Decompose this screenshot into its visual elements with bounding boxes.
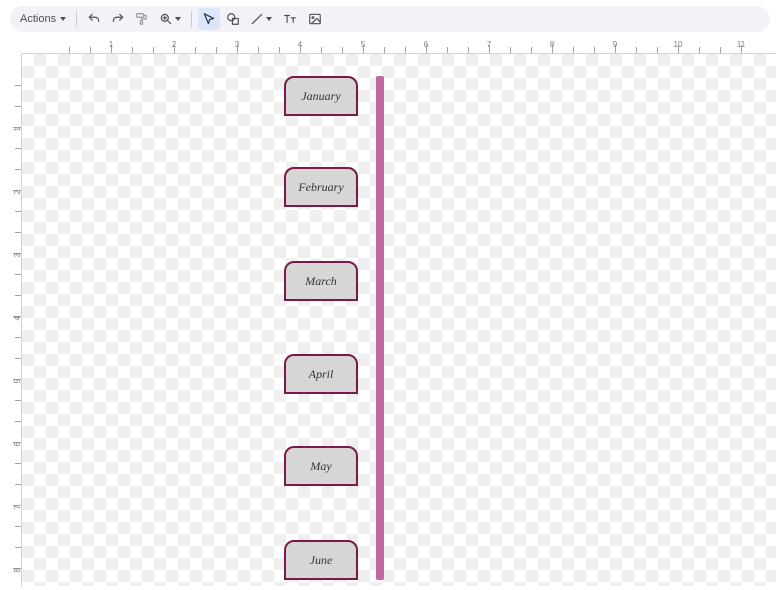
text-tool-button[interactable]: [278, 8, 302, 30]
text-icon: [282, 12, 298, 26]
redo-icon: [111, 12, 125, 26]
ruler-v-mark: 5: [13, 379, 22, 383]
actions-menu[interactable]: Actions: [16, 8, 70, 30]
ruler-h-mark: 8: [550, 40, 554, 49]
paint-format-button[interactable]: [131, 8, 153, 30]
timeline-line[interactable]: [376, 76, 384, 580]
month-label: March: [305, 274, 337, 289]
shape-icon: [226, 12, 240, 26]
ruler-h-mark: 3: [235, 40, 239, 49]
month-box[interactable]: May: [284, 446, 358, 486]
ruler-v-mark: 6: [13, 442, 22, 446]
month-label: June: [310, 553, 333, 568]
undo-button[interactable]: [83, 8, 105, 30]
toolbar-divider: [76, 11, 77, 27]
ruler-v-mark: 1: [13, 127, 22, 131]
ruler-h-mark: 10: [674, 40, 683, 49]
ruler-h-mark: 5: [361, 40, 365, 49]
ruler-v-mark: 4: [13, 316, 22, 320]
ruler-h-mark: 9: [613, 40, 617, 49]
ruler-h-mark: 4: [298, 40, 302, 49]
actions-label: Actions: [20, 13, 56, 25]
ruler-h-mark: 1: [109, 40, 113, 49]
line-tool-button[interactable]: [246, 8, 276, 30]
chevron-down-icon: [266, 17, 272, 21]
month-box[interactable]: June: [284, 540, 358, 580]
toolbar: Actions: [10, 6, 770, 32]
canvas[interactable]: January February March April May June: [22, 54, 776, 586]
month-box[interactable]: February: [284, 167, 358, 207]
month-box[interactable]: January: [284, 76, 358, 116]
ruler-v-mark: 8: [13, 568, 22, 572]
ruler-h-mark: 7: [487, 40, 491, 49]
chevron-down-icon: [175, 17, 181, 21]
ruler-h-mark: 11: [737, 40, 745, 49]
ruler-vertical: 1 2 3 4 5 6 7 8: [8, 54, 22, 586]
chevron-down-icon: [60, 17, 66, 21]
ruler-h-mark: 2: [172, 40, 176, 49]
undo-icon: [87, 12, 101, 26]
month-box[interactable]: March: [284, 261, 358, 301]
ruler-v-mark: 3: [13, 253, 22, 257]
month-label: May: [310, 459, 331, 474]
shape-tool-button[interactable]: [222, 8, 244, 30]
month-label: April: [309, 367, 334, 382]
image-icon: [308, 12, 322, 26]
zoom-button[interactable]: [155, 8, 185, 30]
redo-button[interactable]: [107, 8, 129, 30]
ruler-v-mark: 7: [13, 505, 22, 509]
ruler-h-mark: 6: [424, 40, 428, 49]
toolbar-divider: [191, 11, 192, 27]
paint-roller-icon: [135, 12, 149, 26]
image-tool-button[interactable]: [304, 8, 326, 30]
month-box[interactable]: April: [284, 354, 358, 394]
ruler-horizontal: 1 2 3 4 5 6 7 8 9 10 11: [22, 40, 776, 54]
month-label: January: [301, 89, 340, 104]
zoom-icon: [159, 12, 173, 26]
ruler-v-mark: 2: [13, 190, 22, 194]
month-label: February: [298, 180, 343, 195]
cursor-icon: [202, 12, 216, 26]
select-tool-button[interactable]: [198, 8, 220, 30]
canvas-wrap: January February March April May June: [22, 54, 776, 586]
line-icon: [250, 12, 264, 26]
